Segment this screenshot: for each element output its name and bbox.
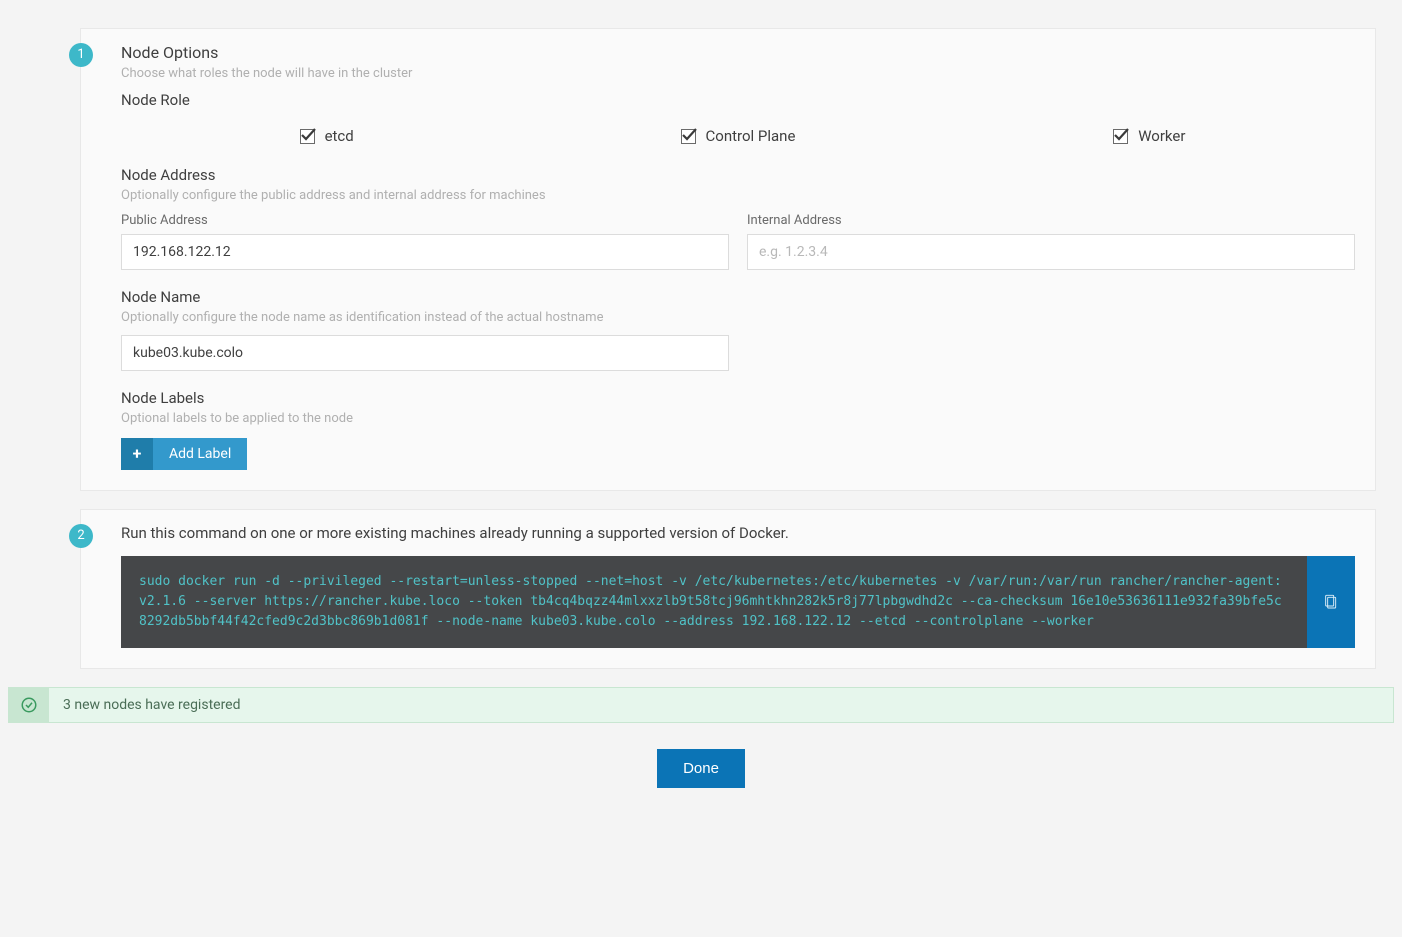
done-button[interactable]: Done — [657, 749, 745, 788]
check-icon — [300, 129, 315, 144]
copy-button[interactable] — [1307, 556, 1355, 648]
checkbox-etcd-label: etcd — [325, 127, 354, 145]
status-bar: 3 new nodes have registered — [8, 687, 1394, 723]
checkbox-control-plane-label: Control Plane — [706, 127, 796, 145]
command-code-block[interactable]: sudo docker run -d --privileged --restar… — [121, 556, 1307, 648]
node-name-desc: Optionally configure the node name as id… — [121, 310, 1355, 325]
plus-icon: + — [121, 438, 153, 470]
node-address-desc: Optionally configure the public address … — [121, 188, 1355, 203]
node-options-panel: 1 Node Options Choose what roles the nod… — [80, 28, 1376, 491]
run-command-desc: Run this command on one or more existing… — [121, 524, 1355, 542]
step-badge-1: 1 — [69, 43, 93, 67]
node-name-title: Node Name — [121, 288, 1355, 306]
add-label-button[interactable]: + Add Label — [121, 438, 247, 470]
node-address-title: Node Address — [121, 166, 1355, 184]
public-address-label: Public Address — [121, 213, 729, 228]
add-label-button-text: Add Label — [153, 438, 247, 470]
clipboard-icon — [1323, 593, 1339, 611]
checkbox-etcd[interactable]: etcd — [300, 127, 354, 145]
public-address-input[interactable] — [121, 234, 729, 270]
internal-address-label: Internal Address — [747, 213, 1355, 228]
check-icon — [1113, 129, 1128, 144]
node-role-title: Node Role — [121, 91, 1355, 109]
checkbox-control-plane[interactable]: Control Plane — [681, 127, 796, 145]
node-options-title: Node Options — [121, 43, 1355, 62]
step-badge-2: 2 — [69, 524, 93, 548]
node-labels-desc: Optional labels to be applied to the nod… — [121, 411, 1355, 426]
checkbox-worker-label: Worker — [1138, 127, 1185, 145]
status-text: 3 new nodes have registered — [49, 688, 255, 722]
node-name-input[interactable] — [121, 335, 729, 371]
node-labels-title: Node Labels — [121, 389, 1355, 407]
run-command-panel: 2 Run this command on one or more existi… — [80, 509, 1376, 669]
node-options-desc: Choose what roles the node will have in … — [121, 66, 1355, 81]
success-icon — [9, 688, 49, 722]
check-icon — [681, 129, 696, 144]
internal-address-input[interactable] — [747, 234, 1355, 270]
checkbox-worker[interactable]: Worker — [1113, 127, 1185, 145]
